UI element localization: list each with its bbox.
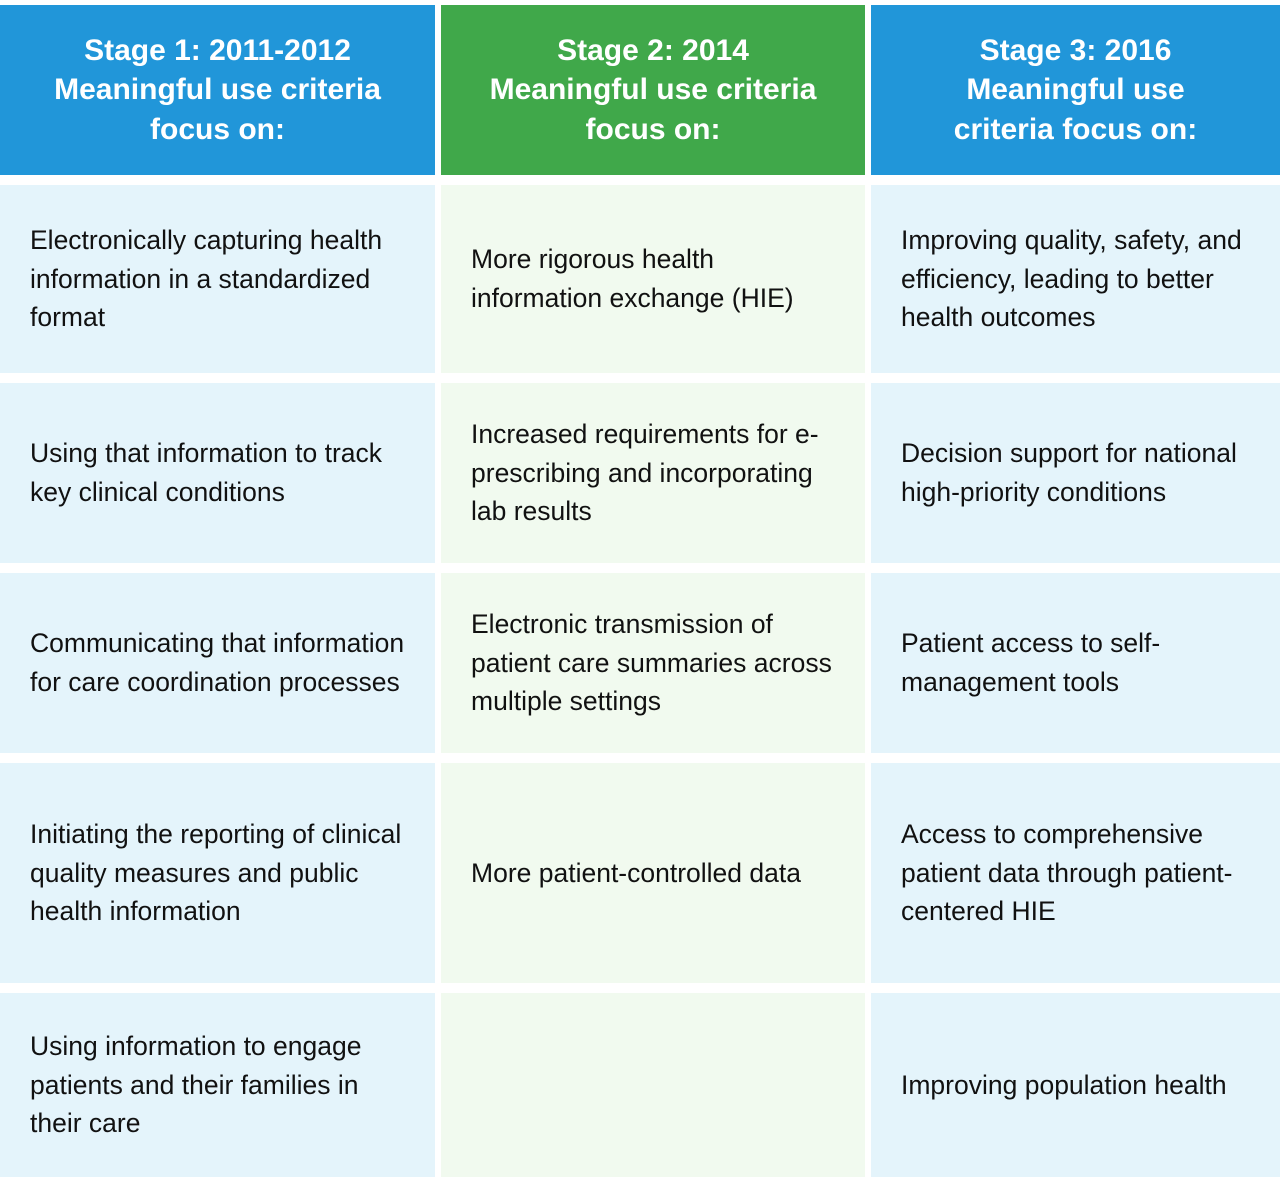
- cell-stage-2-row-2: Increased requirements for e-prescribing…: [441, 383, 865, 563]
- cell-stage-1-row-4: Initiating the reporting of clinical qua…: [0, 763, 435, 983]
- cell-stage-1-row-3: Communicating that information for care …: [0, 573, 435, 753]
- cell-stage-1-row-1: Electronically capturing health informat…: [0, 185, 435, 373]
- cell-text: Using that information to track key clin…: [30, 438, 383, 507]
- cell-text: More patient-controlled data: [471, 857, 801, 888]
- cell-stage-1-row-5: Using information to engage patients and…: [0, 993, 435, 1177]
- column-header-stage-3-line-1: Stage 3: 2016: [979, 33, 1172, 67]
- cell-text: Patient access to self-management tools: [901, 628, 1161, 697]
- column-header-stage-1: Stage 1: 2011-2012 Meaningful use criter…: [0, 5, 435, 175]
- column-header-stage-1-line-1: Stage 1: 2011-2012: [84, 33, 351, 67]
- cell-stage-1-row-2: Using that information to track key clin…: [0, 383, 435, 563]
- cell-stage-3-row-5: Improving population health: [871, 993, 1280, 1177]
- column-header-stage-3-line-2: Meaningful use: [966, 73, 1185, 107]
- cell-text: Increased requirements for e-prescribing…: [471, 418, 819, 527]
- column-header-stage-1-line-2: Meaningful use criteria: [54, 73, 381, 107]
- cell-text: Initiating the reporting of clinical qua…: [30, 818, 402, 927]
- cell-text: Improving population health: [901, 1069, 1227, 1100]
- column-header-stage-2-line-3: focus on:: [585, 112, 721, 146]
- column-header-stage-2-line-2: Meaningful use criteria: [489, 73, 817, 107]
- column-stage-2: Stage 2: 2014 Meaningful use criteria fo…: [441, 5, 865, 1177]
- cell-stage-2-row-1: More rigorous health information exchang…: [441, 185, 865, 373]
- column-stage-3: Stage 3: 2016 Meaningful use criteria fo…: [871, 5, 1280, 1177]
- column-header-stage-3-line-3: criteria focus on:: [953, 112, 1198, 146]
- cell-text: Communicating that information for care …: [30, 628, 405, 697]
- cell-stage-3-row-1: Improving quality, safety, and efficienc…: [871, 185, 1280, 373]
- cell-text: Electronic transmission of patient care …: [471, 608, 832, 717]
- column-header-stage-2: Stage 2: 2014 Meaningful use criteria fo…: [441, 5, 865, 175]
- cell-text: Using information to engage patients and…: [30, 1030, 362, 1139]
- cell-text: Decision support for national high-prior…: [901, 438, 1237, 507]
- meaningful-use-stages-table: Stage 1: 2011-2012 Meaningful use criter…: [0, 0, 1280, 1177]
- cell-text: Access to comprehensive patient data thr…: [901, 818, 1233, 927]
- column-header-stage-2-line-1: Stage 2: 2014: [557, 33, 749, 67]
- column-header-stage-1-line-3: focus on:: [150, 112, 285, 146]
- cell-text: Electronically capturing health informat…: [30, 224, 383, 333]
- cell-stage-3-row-3: Patient access to self-management tools: [871, 573, 1280, 753]
- cell-stage-2-row-5-empty: [441, 993, 865, 1177]
- cell-stage-2-row-3: Electronic transmission of patient care …: [441, 573, 865, 753]
- cell-stage-3-row-2: Decision support for national high-prior…: [871, 383, 1280, 563]
- column-header-stage-3: Stage 3: 2016 Meaningful use criteria fo…: [871, 5, 1280, 175]
- cell-text: Improving quality, safety, and efficienc…: [901, 224, 1242, 333]
- cell-text: More rigorous health information exchang…: [471, 244, 794, 313]
- cell-stage-3-row-4: Access to comprehensive patient data thr…: [871, 763, 1280, 983]
- cell-stage-2-row-4: More patient-controlled data: [441, 763, 865, 983]
- column-stage-1: Stage 1: 2011-2012 Meaningful use criter…: [0, 5, 435, 1177]
